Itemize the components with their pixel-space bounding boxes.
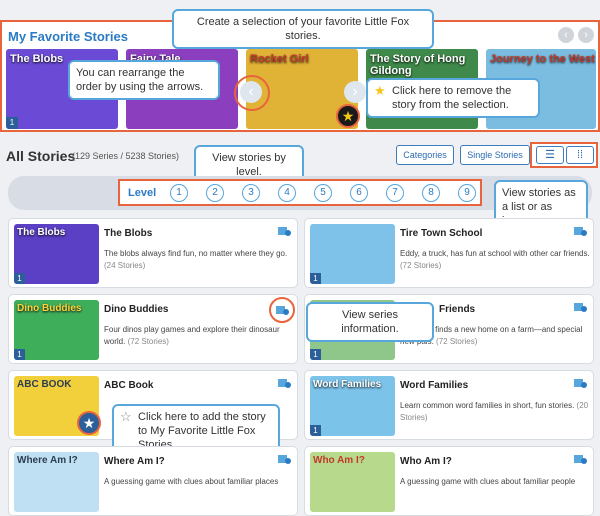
add-favorite-star-icon[interactable]: ★	[77, 411, 101, 435]
series-card[interactable]: Dino Buddies 1 Dino Buddies Four dinos p…	[8, 294, 298, 364]
level-2-button[interactable]: 2	[206, 184, 224, 202]
series-title: Dino Buddies	[104, 304, 169, 315]
remove-favorite-star-icon[interactable]: ★	[336, 104, 360, 128]
categories-button[interactable]: Categories	[396, 145, 454, 165]
series-description: A guessing game with clues about familia…	[104, 476, 294, 488]
book-info-icon[interactable]	[574, 302, 587, 312]
thumbnail-caption: Where Am I?	[17, 455, 78, 466]
callout-remove: ★ Click here to remove the story from th…	[366, 78, 540, 118]
series-thumbnail: The Blobs 1	[14, 224, 99, 284]
list-view-icon[interactable]: ☰	[536, 146, 564, 164]
thumbnail-caption: The Blobs	[17, 227, 66, 238]
callout-add-text: Click here to add the story to My Favori…	[138, 411, 266, 451]
thumbnail-caption: Who Am I?	[313, 455, 365, 466]
series-title: Tire Town School	[400, 228, 483, 239]
favorite-item-label: Journey to the West	[490, 53, 595, 65]
level-badge: 1	[310, 349, 321, 360]
series-thumbnail: Word Families 1	[310, 376, 395, 436]
all-stories-title: All Stories	[6, 148, 76, 164]
move-right-icon[interactable]: ›	[344, 81, 366, 103]
level-1-button[interactable]: 1	[170, 184, 188, 202]
star-outline-icon: ☆	[120, 409, 132, 424]
favorite-item-label: The Story of Hong Gildong	[370, 53, 466, 77]
series-card[interactable]: The Blobs 1 The Blobs The blobs always f…	[8, 218, 298, 288]
level-badge: 1	[310, 273, 321, 284]
level-badge: 1	[6, 117, 18, 129]
series-description: A guessing game with clues about familia…	[400, 476, 590, 488]
series-title: Word Families	[400, 380, 469, 391]
level-7-button[interactable]: 7	[386, 184, 404, 202]
series-card[interactable]: Where Am I? Where Am I? A guessing game …	[8, 446, 298, 516]
series-title: ABC Book	[104, 380, 154, 391]
callout-create: Create a selection of your favorite Litt…	[172, 9, 434, 49]
description-text: The blobs always find fun, no matter whe…	[104, 249, 288, 258]
thumbnail-caption: ABC BOOK	[17, 379, 72, 390]
level-selector: Level 1 2 3 4 5 6 7 8 9	[118, 179, 482, 206]
series-description: Eddy, a truck, has fun at school with ot…	[400, 248, 590, 272]
series-description: The blobs always find fun, no matter whe…	[104, 248, 294, 272]
level-3-button[interactable]: 3	[242, 184, 260, 202]
series-thumbnail: Dino Buddies 1	[14, 300, 99, 360]
description-text: A guessing game with clues about familia…	[104, 477, 279, 486]
book-info-icon[interactable]	[276, 305, 289, 315]
series-card[interactable]: Word Families 1 Word Families Learn comm…	[304, 370, 594, 440]
series-title: Friends	[439, 304, 476, 315]
level-label: Level	[128, 187, 157, 199]
series-info-highlight	[269, 297, 295, 323]
favorites-title: My Favorite Stories	[8, 29, 128, 44]
level-badge: 1	[310, 425, 321, 436]
series-description: Learn common word families in short, fun…	[400, 400, 590, 424]
single-stories-button[interactable]: Single Stories	[460, 145, 530, 165]
chevron-left-icon[interactable]: ‹	[558, 27, 574, 43]
series-thumbnail: Where Am I?	[14, 452, 99, 512]
series-title: Where Am I?	[104, 456, 165, 467]
story-count: (72 Stories)	[400, 261, 442, 270]
chevron-right-icon[interactable]: ›	[578, 27, 594, 43]
grid-view-icon[interactable]: ⁞⁞	[566, 146, 594, 164]
series-thumbnail: 1	[310, 224, 395, 284]
series-title: The Blobs	[104, 228, 153, 239]
level-5-button[interactable]: 5	[314, 184, 332, 202]
description-text: Eddy, a truck, has fun at school with ot…	[400, 249, 590, 258]
callout-series-info: View series information.	[306, 302, 434, 342]
book-info-icon[interactable]	[278, 378, 291, 388]
description-text: A guessing game with clues about familia…	[400, 477, 576, 486]
series-description: Four dinos play games and explore their …	[104, 324, 294, 348]
level-8-button[interactable]: 8	[422, 184, 440, 202]
thumbnail-caption: Word Families	[313, 379, 382, 390]
series-title: Who Am I?	[400, 456, 452, 467]
move-left-icon[interactable]: ‹	[240, 81, 262, 103]
favorite-item-label: The Blobs	[10, 53, 64, 65]
book-info-icon[interactable]	[278, 226, 291, 236]
level-badge: 1	[14, 273, 25, 284]
book-info-icon[interactable]	[574, 378, 587, 388]
level-6-button[interactable]: 6	[350, 184, 368, 202]
story-count: (72 Stories)	[436, 337, 478, 346]
series-thumbnail: Who Am I?	[310, 452, 395, 512]
callout-remove-text: Click here to remove the story from the …	[392, 85, 512, 111]
book-info-icon[interactable]	[574, 226, 587, 236]
series-card[interactable]: Who Am I? Who Am I? A guessing game with…	[304, 446, 594, 516]
callout-rearrange: You can rearrange the order by using the…	[68, 60, 220, 100]
description-text: Learn common word families in short, fun…	[400, 401, 575, 410]
level-9-button[interactable]: 9	[458, 184, 476, 202]
star-icon: ★	[374, 83, 386, 98]
story-count: (24 Stories)	[104, 261, 146, 270]
level-badge: 1	[14, 349, 25, 360]
book-info-icon[interactable]	[278, 454, 291, 464]
favorite-item-label: Rocket Girl	[250, 53, 309, 65]
series-card[interactable]: 1 Tire Town School Eddy, a truck, has fu…	[304, 218, 594, 288]
level-4-button[interactable]: 4	[278, 184, 296, 202]
story-count: (72 Stories)	[127, 337, 169, 346]
view-mode-box: ☰ ⁞⁞	[530, 142, 598, 168]
book-info-icon[interactable]	[574, 454, 587, 464]
thumbnail-caption: Dino Buddies	[17, 303, 82, 314]
all-stories-count: (129 Series / 5238 Stories)	[72, 151, 180, 161]
